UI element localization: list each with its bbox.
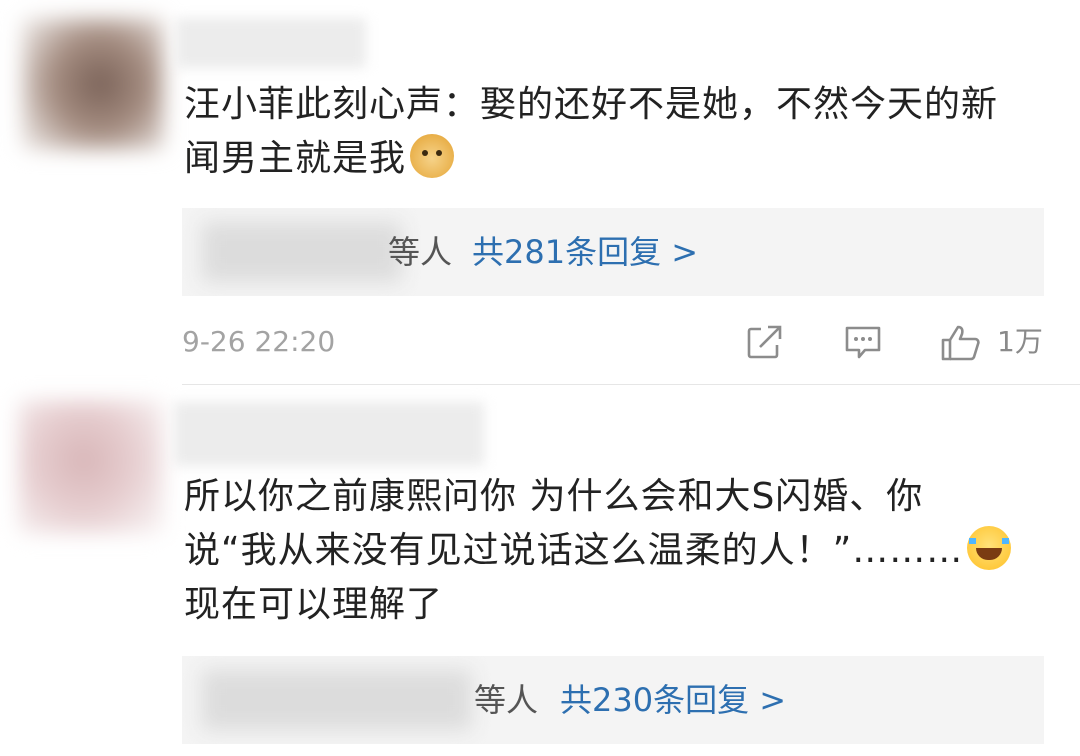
username-blurred[interactable] [174,402,484,466]
comment-text-span: 说“我从来没有见过说话这么温柔的人！”……… [184,530,964,571]
comment-meta: 9-26 22:20 1万 [182,322,1044,362]
comment-feed: 汪小菲此刻心声：娶的还好不是她，不然今天的新 闻男主就是我 等人 共281条回复… [0,0,1080,756]
reply-count-link[interactable]: 共281条回复 > [472,208,698,296]
comment-text-line-2: 说“我从来没有见过说话这么温柔的人！”……… [184,524,1012,578]
avatar[interactable] [18,400,164,534]
comment-text-line-2: 闻男主就是我 [184,132,455,186]
comment-text-line-3: 现在可以理解了 [184,584,444,625]
comment-text-line-1: 汪小菲此刻心声：娶的还好不是她，不然今天的新 [184,84,999,125]
comment-icon[interactable] [844,324,882,364]
thumbs-up-icon[interactable] [940,324,982,366]
share-icon[interactable] [746,324,784,364]
laughing-tears-emoji-icon [967,526,1012,570]
reply-suffix: 等人 [474,681,539,719]
replier-names-blurred [202,222,402,282]
comment-divider [182,384,1080,385]
reply-suffix: 等人 [388,233,453,271]
doge-emoji-icon [410,134,455,178]
timestamp: 9-26 22:20 [182,325,336,358]
like-count: 1万 [997,325,1043,358]
reply-count-link[interactable]: 共230条回复 > [560,656,786,744]
comment-text-line-1: 所以你之前康熙问你 为什么会和大S闪婚、你 [184,476,924,517]
comment-text-span: 闻男主就是我 [184,138,407,179]
reply-preview[interactable]: 等人 共281条回复 > [182,208,1044,296]
replier-names-blurred [202,670,472,730]
reply-preview[interactable]: 等人 共230条回复 > [182,656,1044,744]
username-blurred[interactable] [176,18,366,68]
avatar[interactable] [22,18,164,150]
